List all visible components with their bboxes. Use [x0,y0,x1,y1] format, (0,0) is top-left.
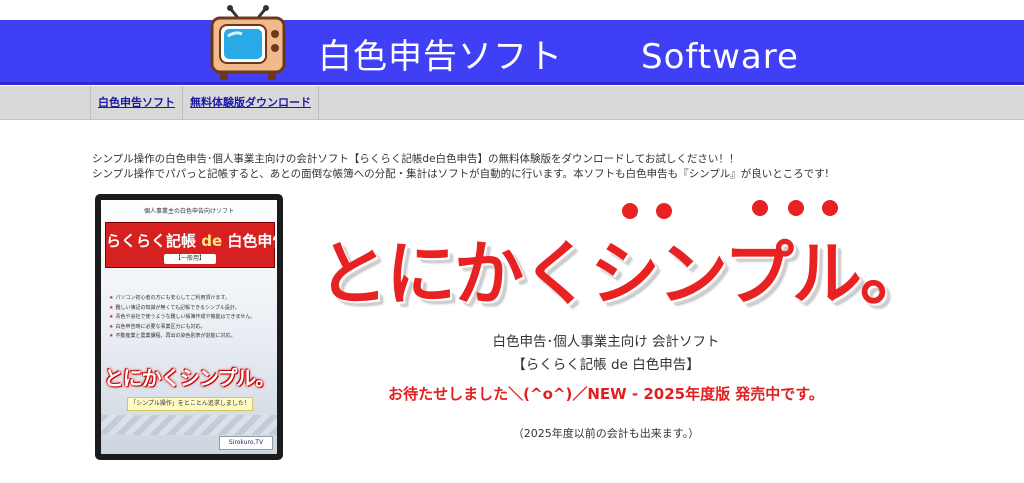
nav-link-free-trial-download[interactable]: 無料体験版ダウンロード [182,86,319,119]
feature-item: ★ パソコン初心者の方にも安心してご利用頂けます。 [109,295,230,301]
product-subtitle: 白色申告･個人事業主向け 会計ソフト [492,334,720,350]
slogan-dot [822,200,838,216]
product-box-title-de: de [201,232,223,250]
slogan-dot [622,203,638,219]
product-box-cover: 個人事業主の白色申告向けソフト らくらく記帳 de 白色申告 【一般用】 ★パソ… [101,200,277,454]
star-icon: ★ [109,314,114,320]
release-note: （2025年度以前の会計も出来ます。） [512,427,700,440]
product-box-image[interactable]: 個人事業主の白色申告向けソフト らくらく記帳 de 白色申告 【一般用】 ★パソ… [95,194,283,460]
site-title-jp: 白色申告ソフト [318,37,563,77]
star-icon: ★ [109,333,114,339]
intro-line-1: シンプル操作の白色申告･個人事業主向けの会計ソフト【らくらく記帳de白色申告】の… [92,153,740,165]
site-title: 白色申告ソフト Software [318,29,799,78]
nav-link-white-tax-software[interactable]: 白色申告ソフト [90,86,182,119]
product-name: 【らくらく記帳 de 白色申告】 [512,357,700,373]
product-box-slogan-sub: 「シンプル操作」をとことん追求しました！ [127,397,253,411]
site-title-en: Software [641,37,799,77]
intro-line-2: シンプル操作でパパっと記帳すると、あとの面倒な帳簿への分配・集計はソフトが自動的… [92,168,830,180]
product-box-title-band: らくらく記帳 de 白色申告 【一般用】 [105,222,277,268]
star-icon: ★ [109,295,114,301]
product-box-feature-list: ★ パソコン初心者の方にも安心してご利用頂けます。 ★ 難しい簿記の知識が無くても記… [109,294,267,342]
feature-item: ★ 青色や会社で使うような難しい帳簿作成や機能はできません。 [109,314,256,320]
star-icon: ★ [109,304,114,311]
product-box-subheading: 個人事業主の白色申告向けソフト [143,208,234,215]
star-icon: ★ [109,323,114,330]
product-box-stripes [101,415,277,435]
slogan-dot [788,200,804,216]
product-box-title-b: 白色申告 [227,232,277,250]
nav-links: 白色申告ソフト 無料体験版ダウンロード [90,86,319,119]
nav-bar: 白色申告ソフト 無料体験版ダウンロード [0,86,1024,120]
product-box-logo: Sirokuro.TV [219,436,273,450]
tv-icon[interactable] [208,4,288,84]
intro-text: シンプル操作の白色申告･個人事業主向けの会計ソフト【らくらく記帳de白色申告】の… [92,152,992,182]
slogan-dot [656,203,672,219]
product-box-version-badge: 【一般用】 [164,254,216,264]
feature-item: ★ 不動産業と農業課程、再出の染色別表が割能に対応。 [109,333,236,339]
product-box-title-a: らくらく記帳 [106,232,197,250]
feature-item: ★ 白色申告時に必要な事業区分にも対応。 [109,323,206,330]
release-announcement: お待たせしました＼(^o^)／NEW - 2025年度版 発売中です。 [388,385,824,403]
feature-item: ★ 難しい簿記の知識が無くても記帳できるシンプル設計。 [109,304,240,311]
product-box-title: らくらく記帳 de 白色申告 [106,230,277,251]
site-header: 白色申告ソフト Software [0,20,1024,85]
hero-slogan: とにかくシンプル。 [318,233,930,315]
product-box-slogan: とにかくシンプル。 [103,366,275,390]
slogan-dot [752,200,768,216]
